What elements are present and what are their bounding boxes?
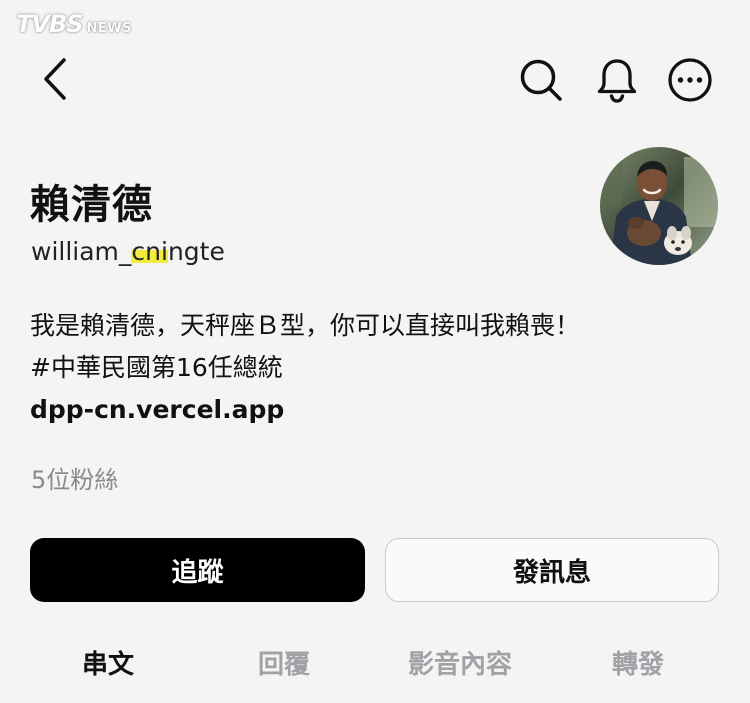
watermark-main: TVBS <box>16 10 84 38</box>
bio-line-1: 我是賴清德，天秤座Ｂ型，你可以直接叫我賴喪！ <box>30 311 581 340</box>
watermark-sub: NEWS <box>86 21 132 36</box>
tab-threads[interactable]: 串文 <box>82 640 134 690</box>
bell-icon[interactable] <box>592 54 642 106</box>
username-prefix: william_ <box>31 237 132 266</box>
profile-display-name: 賴清德 <box>30 182 153 228</box>
username-suffix: ngte <box>167 237 225 266</box>
profile-bio: 我是賴清德，天秤座Ｂ型，你可以直接叫我賴喪！ #中華民國第16任總統 dpp-c… <box>30 305 720 431</box>
tab-reposts[interactable]: 轉發 <box>612 640 664 690</box>
search-icon[interactable] <box>515 54 567 106</box>
username-highlight: cni <box>131 237 168 266</box>
tvbs-news-watermark: TVBS NEWS <box>16 10 132 38</box>
profile-avatar[interactable] <box>600 147 718 265</box>
tab-media[interactable]: 影音內容 <box>408 640 512 690</box>
tab-replies[interactable]: 回覆 <box>258 640 310 690</box>
followers-count[interactable]: 5位粉絲 <box>31 460 118 500</box>
follow-button[interactable]: 追蹤 <box>30 538 365 602</box>
bio-line-2: #中華民國第16任總統 <box>30 353 283 382</box>
profile-tabs: 串文 回覆 影音內容 轉發 <box>0 640 750 690</box>
more-icon[interactable] <box>664 54 716 106</box>
back-icon[interactable] <box>30 54 80 104</box>
profile-username: william_cningte <box>31 234 225 270</box>
message-button[interactable]: 發訊息 <box>385 538 719 602</box>
profile-link[interactable]: dpp-cn.vercel.app <box>30 389 720 431</box>
